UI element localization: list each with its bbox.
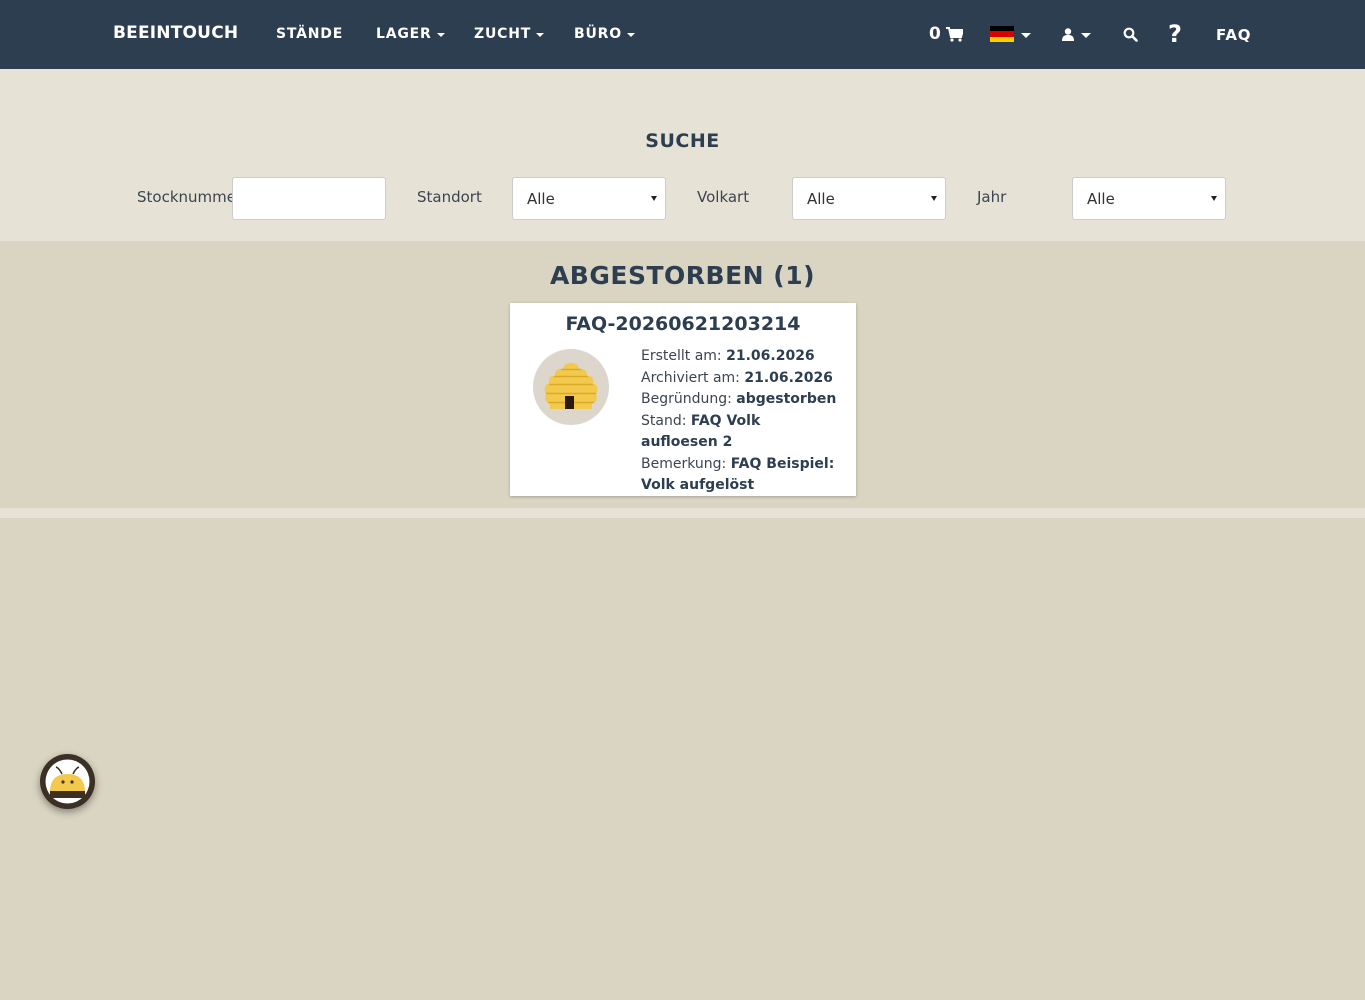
chevron-down-icon: [1021, 32, 1031, 38]
nav-item-buero[interactable]: BÜRO: [574, 26, 635, 42]
archiviert-label: Archiviert am:: [641, 369, 740, 386]
help-button[interactable]: ?: [1168, 20, 1182, 48]
language-dropdown[interactable]: [990, 22, 1031, 46]
erstellt-value: 21.06.2026: [726, 348, 815, 364]
standort-select[interactable]: Alle: [512, 177, 666, 220]
stand-row: Stand: FAQ Volk aufloesen 2: [641, 411, 841, 454]
erstellt-label: Erstellt am:: [641, 348, 722, 364]
cart-count: 0: [929, 24, 941, 44]
stocknummer-input[interactable]: [232, 177, 386, 220]
jahr-label: Jahr: [977, 188, 1007, 206]
search-panel: SUCHE Stocknummer Standort Alle Volkart …: [0, 69, 1365, 241]
chevron-down-icon: [651, 196, 657, 201]
shopping-cart-icon: [945, 26, 963, 42]
jahr-value: Alle: [1087, 189, 1115, 208]
begruendung-label: Begründung:: [641, 391, 732, 407]
chevron-down-icon: [931, 196, 937, 201]
nav-item-label: BÜRO: [574, 26, 622, 42]
section-divider: [0, 508, 1365, 518]
faq-label: FAQ: [1216, 26, 1252, 44]
archiviert-row: Archiviert am: 21.06.2026: [641, 368, 841, 390]
jahr-select[interactable]: Alle: [1072, 177, 1226, 220]
bemerkung-label: Bemerkung:: [641, 455, 727, 472]
nav-item-label: STÄNDE: [276, 26, 344, 42]
chevron-down-icon: [626, 33, 635, 37]
nav-item-zucht[interactable]: ZUCHT: [474, 26, 545, 42]
bemerkung-row: Bemerkung: FAQ Beispiel: Volk aufgelöst: [641, 454, 841, 497]
stocknummer-label: Stocknummer: [137, 188, 243, 206]
erstellt-row: Erstellt am: 21.06.2026: [641, 346, 841, 368]
german-flag-icon: [990, 26, 1014, 42]
volkart-label: Volkart: [697, 188, 750, 206]
brand-logo[interactable]: BEEINTOUCH: [113, 23, 238, 43]
results-title: ABGESTORBEN (1): [549, 261, 816, 290]
archiviert-value: 21.06.2026: [744, 369, 833, 386]
cart-button[interactable]: 0: [929, 22, 963, 46]
bee-icon: [45, 759, 90, 804]
standort-label: Standort: [417, 188, 482, 206]
begruendung-value: abgestorben: [736, 391, 837, 407]
chevron-down-icon: [1081, 32, 1091, 38]
nav-item-label: LAGER: [376, 26, 432, 42]
chevron-down-icon: [1211, 196, 1217, 201]
volkart-select[interactable]: Alle: [792, 177, 946, 220]
hive-card[interactable]: FAQ-20260621203214 Erstellt am: 21.06.20…: [510, 303, 856, 496]
faq-link[interactable]: FAQ: [1216, 26, 1251, 44]
beehive-icon: [533, 349, 609, 425]
begruendung-row: Begründung: abgestorben: [641, 389, 841, 411]
bee-assistant-button[interactable]: [40, 754, 95, 809]
volkart-value: Alle: [807, 189, 835, 208]
question-icon: ?: [1168, 20, 1182, 48]
search-icon: [1123, 27, 1138, 42]
user-icon: [1062, 27, 1074, 41]
nav-item-lager[interactable]: LAGER: [376, 26, 445, 42]
nav-item-staende[interactable]: STÄNDE: [276, 26, 343, 42]
nav-item-label: ZUCHT: [474, 26, 532, 42]
user-menu-dropdown[interactable]: [1062, 22, 1091, 46]
card-details: Erstellt am: 21.06.2026 Archiviert am: 2…: [641, 346, 841, 497]
chevron-down-icon: [536, 33, 545, 37]
chevron-down-icon: [436, 33, 445, 37]
card-title[interactable]: FAQ-20260621203214: [510, 313, 856, 335]
standort-value: Alle: [527, 189, 555, 208]
top-navbar: BEEINTOUCH STÄNDE LAGER ZUCHT BÜRO 0 ? F…: [0, 0, 1365, 69]
search-button[interactable]: [1123, 22, 1138, 46]
search-title: SUCHE: [645, 130, 720, 152]
stand-label: Stand:: [641, 412, 687, 429]
